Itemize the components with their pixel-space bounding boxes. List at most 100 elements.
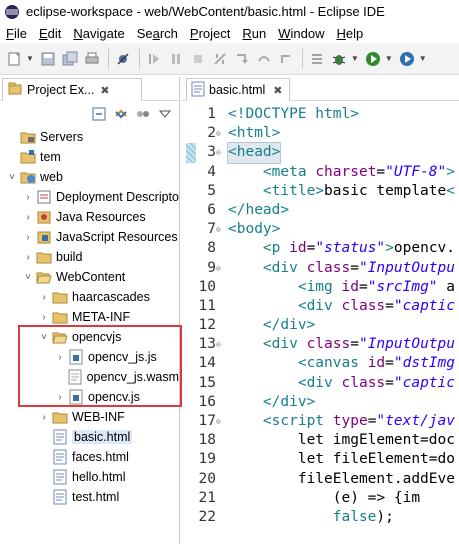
menu-navigate[interactable]: Navigate — [67, 26, 130, 41]
new-dropdown-icon[interactable]: ▼ — [26, 54, 34, 63]
save-all-icon[interactable] — [60, 49, 80, 69]
filters-icon[interactable] — [135, 106, 151, 122]
run-icon[interactable] — [363, 49, 383, 69]
tree-item[interactable]: Servers — [0, 127, 179, 147]
menu-edit[interactable]: Edit — [33, 26, 67, 41]
save-icon[interactable] — [38, 49, 58, 69]
tree-item[interactable]: hello.html — [0, 467, 179, 487]
chevron-right-icon[interactable]: › — [54, 352, 66, 363]
code-line[interactable]: 22 false); — [182, 508, 459, 527]
fold-toggle-icon[interactable]: ⊖ — [216, 143, 226, 162]
menu-help[interactable]: Help — [330, 26, 369, 41]
code-line[interactable]: 10 <img id="srcImg" a — [182, 278, 459, 297]
tree-item[interactable]: › opencv_js.js — [0, 347, 179, 367]
code-line[interactable]: 15 <div class="captic — [182, 374, 459, 393]
menu-run[interactable]: Run — [236, 26, 272, 41]
tree-item[interactable]: faces.html — [0, 447, 179, 467]
code-token: class — [306, 336, 351, 353]
step-return-icon[interactable] — [276, 49, 296, 69]
chevron-down-icon[interactable]: ˅ — [38, 332, 50, 343]
tree-item[interactable]: ˅ WebContent — [0, 267, 179, 287]
tree-item[interactable]: test.html — [0, 487, 179, 507]
tab-project-explorer[interactable]: Project Ex... ✖ — [2, 78, 142, 101]
chevron-right-icon[interactable]: › — [38, 312, 50, 323]
view-menu-icon[interactable] — [157, 106, 173, 122]
print-icon[interactable] — [82, 49, 102, 69]
tree-item[interactable]: ˅ opencvjs — [0, 327, 179, 347]
chevron-right-icon[interactable]: › — [38, 292, 50, 303]
collapse-all-icon[interactable] — [91, 106, 107, 122]
code-line[interactable]: 1 <!DOCTYPE html> — [182, 105, 459, 124]
fold-toggle-icon[interactable]: ⊖ — [216, 412, 226, 431]
code-line[interactable]: 11 <div class="captic — [182, 297, 459, 316]
link-with-editor-icon[interactable] — [113, 106, 129, 122]
code-line[interactable]: 8 <p id="status">opencv. — [182, 239, 459, 258]
chevron-right-icon[interactable]: › — [22, 212, 34, 223]
code-line[interactable]: 7⊖ <body> — [182, 220, 459, 239]
tree-item[interactable]: opencv_js.wasm — [0, 367, 179, 387]
code-line[interactable]: 17⊖ <script type="text/jav — [182, 412, 459, 431]
tree-item[interactable]: › Deployment Descripto — [0, 187, 179, 207]
code-line[interactable]: 6 </head> — [182, 201, 459, 220]
code-line[interactable]: 18 let imgElement=doc — [182, 431, 459, 450]
tree-item[interactable]: › opencv.js — [0, 387, 179, 407]
tree-item[interactable]: › JavaScript Resources — [0, 227, 179, 247]
line-number: 7 — [207, 221, 216, 238]
chevron-down-icon[interactable]: ˅ — [6, 172, 18, 183]
menu-window[interactable]: Window — [272, 26, 330, 41]
tab-basic-html[interactable]: basic.html ✖ — [186, 78, 290, 101]
tree-item[interactable]: › WEB-INF — [0, 407, 179, 427]
code-editor[interactable]: 1 <!DOCTYPE html> 2⊖ <html> 3⊖ <head> 4 <meta … — [182, 105, 459, 544]
code-line[interactable]: 16 </div> — [182, 393, 459, 412]
list-icon[interactable] — [307, 49, 327, 69]
chevron-right-icon[interactable]: › — [54, 392, 66, 403]
tree-item[interactable]: ˅ web — [0, 167, 179, 187]
code-token: class — [306, 259, 351, 276]
disconnect-icon[interactable] — [210, 49, 230, 69]
fold-toggle-icon[interactable]: ⊖ — [216, 220, 226, 239]
menu-file[interactable]: File — [0, 26, 33, 41]
code-line[interactable]: 2⊖ <html> — [182, 124, 459, 143]
code-line[interactable]: 4 <meta charset="UTF-8"> — [182, 163, 459, 182]
terminate-icon[interactable] — [188, 49, 208, 69]
external-tools-dropdown-icon[interactable]: ▼ — [419, 54, 427, 63]
chevron-right-icon[interactable]: › — [38, 412, 50, 423]
code-line[interactable]: 20 fileElement.addEve — [182, 470, 459, 489]
chevron-right-icon[interactable]: › — [22, 252, 34, 263]
debug-dropdown-icon[interactable]: ▼ — [351, 54, 359, 63]
project-tree: Servers tem ˅ web › Deployment Descripto › Java… — [0, 127, 179, 507]
tree-item[interactable]: basic.html — [0, 427, 179, 447]
chevron-right-icon[interactable]: › — [22, 232, 34, 243]
code-line[interactable]: 19 let fileElement=do — [182, 450, 459, 469]
code-line[interactable]: 9⊖ <div class="InputOutpu — [182, 259, 459, 278]
menu-project[interactable]: Project — [184, 26, 236, 41]
run-dropdown-icon[interactable]: ▼ — [385, 54, 393, 63]
step-over-icon[interactable] — [254, 49, 274, 69]
tree-item[interactable]: tem — [0, 147, 179, 167]
tree-item[interactable]: › Java Resources — [0, 207, 179, 227]
fold-toggle-icon[interactable]: ⊖ — [216, 124, 226, 143]
code-line[interactable]: 13⊖ <div class="InputOutpu — [182, 335, 459, 354]
resume-icon[interactable] — [144, 49, 164, 69]
code-line[interactable]: 5 <title>basic template< — [182, 182, 459, 201]
tree-item[interactable]: › haarcascades — [0, 287, 179, 307]
code-line[interactable]: 14 <canvas id="dstImg — [182, 354, 459, 373]
fold-toggle-icon[interactable]: ⊖ — [216, 259, 226, 278]
fold-toggle-icon[interactable]: ⊖ — [216, 335, 226, 354]
step-into-icon[interactable] — [232, 49, 252, 69]
tree-item[interactable]: › build — [0, 247, 179, 267]
code-line[interactable]: 3⊖ <head> — [182, 142, 459, 164]
skip-breakpoints-icon[interactable] — [113, 49, 133, 69]
debug-icon[interactable] — [329, 49, 349, 69]
menu-search[interactable]: Search — [131, 26, 184, 41]
tree-item[interactable]: › META-INF — [0, 307, 179, 327]
new-icon[interactable] — [4, 49, 24, 69]
code-line[interactable]: 12 </div> — [182, 316, 459, 335]
suspend-icon[interactable] — [166, 49, 186, 69]
chevron-right-icon[interactable]: › — [22, 192, 34, 203]
close-icon[interactable]: ✖ — [100, 84, 109, 97]
code-line[interactable]: 21 (e) => {im — [182, 489, 459, 508]
close-icon[interactable]: ✖ — [273, 84, 282, 97]
chevron-down-icon[interactable]: ˅ — [22, 272, 34, 283]
external-tools-icon[interactable] — [397, 49, 417, 69]
